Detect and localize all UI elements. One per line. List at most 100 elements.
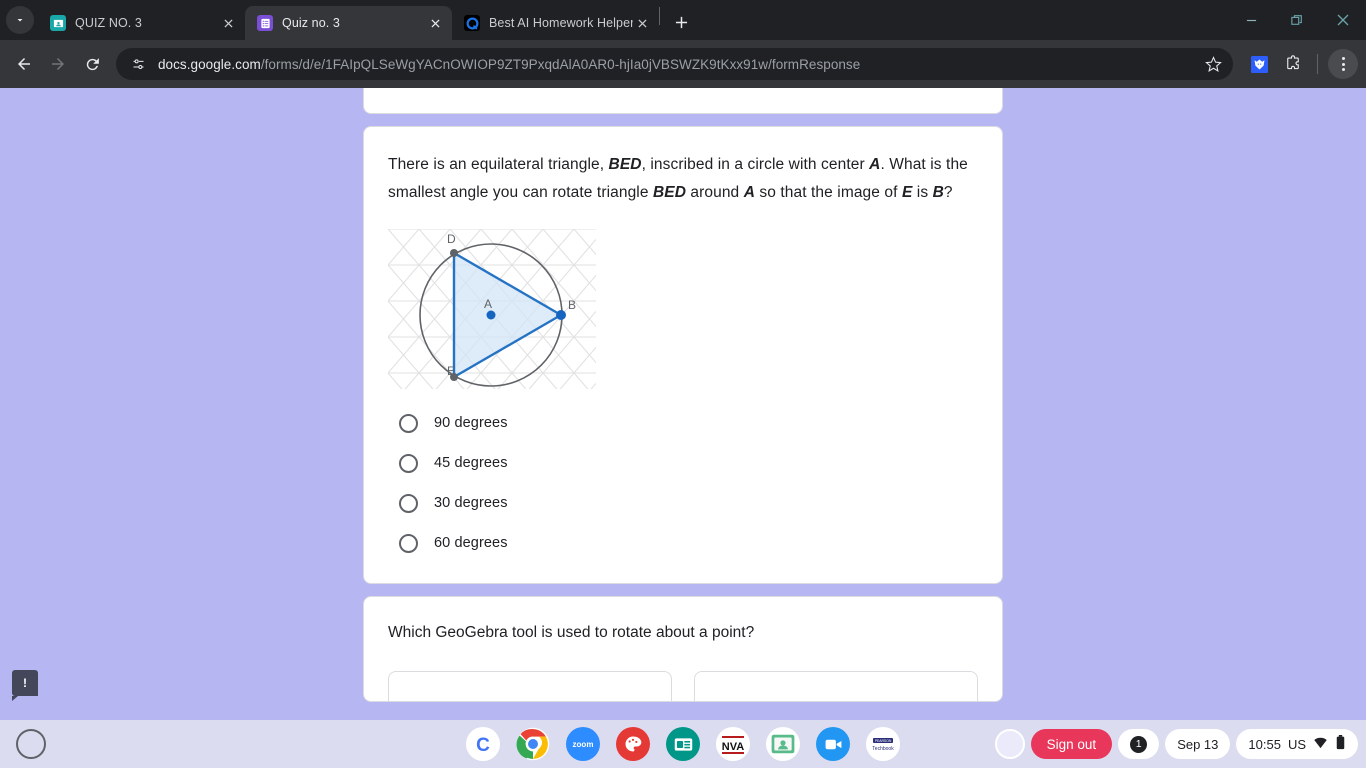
reload-button[interactable] xyxy=(76,48,108,80)
send-feedback-button[interactable]: ! xyxy=(12,670,38,701)
radio-option-label: 90 degrees xyxy=(434,415,508,431)
close-icon xyxy=(1337,14,1349,26)
tab-close-button[interactable] xyxy=(219,14,237,32)
point-label-d: D xyxy=(447,232,456,246)
radio-option-1[interactable]: 90 degrees xyxy=(388,403,978,443)
close-icon xyxy=(430,18,440,28)
address-bar[interactable]: docs.google.com/forms/d/e/1FAIpQLSeWgYAC… xyxy=(116,48,1233,80)
tab-close-button[interactable] xyxy=(426,14,444,32)
date-button[interactable]: Sep 13 xyxy=(1165,729,1231,759)
radio-option-4[interactable]: 60 degrees xyxy=(388,523,978,563)
user-avatar[interactable] xyxy=(994,729,1025,759)
wifi-icon xyxy=(1313,735,1328,753)
notification-count-badge: 1 xyxy=(1130,735,1148,753)
point-label-a: A xyxy=(484,297,492,311)
sign-out-label: Sign out xyxy=(1046,736,1097,752)
clock-label: 10:55 xyxy=(1248,736,1281,752)
nva-label: NVA xyxy=(722,741,744,753)
radio-option-3[interactable]: 30 degrees xyxy=(388,483,978,523)
radio-option-2[interactable]: 45 degrees xyxy=(388,443,978,483)
notifications-button[interactable]: 1 xyxy=(1118,729,1160,759)
menu-dot xyxy=(1341,57,1345,60)
question-emphasis: E xyxy=(901,184,913,201)
date-label: Sep 13 xyxy=(1177,736,1219,752)
browser-toolbar: docs.google.com/forms/d/e/1FAIpQLSeWgYAC… xyxy=(0,40,1366,88)
question-emphasis: BED xyxy=(608,156,642,173)
system-tray: Sign out 1 Sep 13 10:55 US xyxy=(994,729,1358,759)
tab-separator xyxy=(659,7,660,25)
zoom-app-icon[interactable]: zoom xyxy=(566,727,600,761)
tab-search-button[interactable] xyxy=(6,6,34,34)
image-option-1[interactable] xyxy=(388,671,672,701)
radio-button-icon[interactable] xyxy=(399,413,418,433)
wolf-extension-icon[interactable] xyxy=(1245,50,1273,78)
video-call-app-icon[interactable] xyxy=(816,727,850,761)
forward-button[interactable] xyxy=(42,48,74,80)
radio-button-icon[interactable] xyxy=(399,493,418,513)
point-d xyxy=(450,249,458,257)
launcher-circle-icon[interactable] xyxy=(16,729,46,759)
minimize-button[interactable] xyxy=(1228,0,1274,40)
point-b xyxy=(556,310,566,320)
sign-out-button[interactable]: Sign out xyxy=(1030,729,1113,759)
status-area[interactable]: 10:55 US xyxy=(1236,729,1358,759)
browser-tab-1[interactable]: QUIZ NO. 3 xyxy=(38,6,245,40)
news-app-icon[interactable] xyxy=(666,727,700,761)
menu-dot xyxy=(1341,68,1345,71)
ai-helper-icon xyxy=(464,15,480,31)
minimize-icon xyxy=(1246,19,1256,21)
point-a xyxy=(486,310,496,320)
svg-text:PEARSON: PEARSON xyxy=(875,739,892,743)
tab-close-button[interactable] xyxy=(633,14,651,32)
question-1-options: 90 degrees 45 degrees 30 degrees 60 degr… xyxy=(388,403,978,563)
chromeos-shelf: C zoom NVA PEARSON Techbook Sign out 1 S… xyxy=(0,720,1366,768)
google-form-column: There is an equilateral triangle, BED, i… xyxy=(363,88,1003,702)
url-path: /forms/d/e/1FAIpQLSeWgYACnOWIOP9ZT9PxqdA… xyxy=(260,56,861,72)
browser-tab-3[interactable]: Best AI Homework Helper - Goi xyxy=(452,6,659,40)
clever-app-icon[interactable]: C xyxy=(466,727,500,761)
question-emphasis: B xyxy=(932,184,944,201)
restore-icon xyxy=(1291,15,1302,25)
toolbar-separator xyxy=(1317,54,1318,74)
back-button[interactable] xyxy=(8,48,40,80)
question-text: so that the image of xyxy=(754,184,902,201)
new-tab-button[interactable] xyxy=(668,9,694,35)
feedback-exclamation-icon: ! xyxy=(23,676,27,690)
reload-icon xyxy=(86,57,99,70)
point-e xyxy=(450,373,458,381)
google-classroom-app-icon[interactable] xyxy=(766,727,800,761)
google-chrome-app-icon[interactable] xyxy=(516,727,550,761)
locale-label: US xyxy=(1287,736,1306,752)
point-label-b: B xyxy=(568,298,576,312)
battery-icon xyxy=(1335,735,1346,753)
tab-title: QUIZ NO. 3 xyxy=(75,16,142,30)
question-emphasis: BED xyxy=(652,184,686,201)
question-text: is xyxy=(912,184,933,201)
maximize-button[interactable] xyxy=(1274,0,1320,40)
radio-option-label: 45 degrees xyxy=(434,455,508,471)
radio-button-icon[interactable] xyxy=(399,533,418,553)
browser-tab-2[interactable]: Quiz no. 3 xyxy=(245,6,452,40)
url-domain: docs.google.com xyxy=(158,56,261,72)
question-text: ? xyxy=(943,184,953,201)
bookmark-star-icon[interactable] xyxy=(1199,50,1227,78)
nva-app-icon[interactable]: NVA xyxy=(716,727,750,761)
url-text: docs.google.com/forms/d/e/1FAIpQLSeWgYAC… xyxy=(158,57,1199,72)
google-classroom-icon xyxy=(50,15,66,31)
pearson-techbook-app-icon[interactable]: PEARSON Techbook xyxy=(866,727,900,761)
tune-icon[interactable] xyxy=(128,54,148,74)
image-option-2[interactable] xyxy=(694,671,978,701)
three-dot-menu-button[interactable] xyxy=(1328,49,1358,79)
question-emphasis: A xyxy=(869,156,881,173)
close-icon xyxy=(223,18,233,28)
radio-button-icon[interactable] xyxy=(399,453,418,473)
menu-dot xyxy=(1341,62,1345,66)
question-card-2: Which GeoGebra tool is used to rotate ab… xyxy=(363,596,1003,702)
question-text: around xyxy=(686,184,744,201)
question-card-1: There is an equilateral triangle, BED, i… xyxy=(363,126,1003,584)
paint-app-icon[interactable] xyxy=(616,727,650,761)
close-window-button[interactable] xyxy=(1320,0,1366,40)
zoom-label: zoom xyxy=(572,739,594,749)
plus-icon xyxy=(675,16,687,28)
puzzle-extensions-icon[interactable] xyxy=(1279,50,1307,78)
